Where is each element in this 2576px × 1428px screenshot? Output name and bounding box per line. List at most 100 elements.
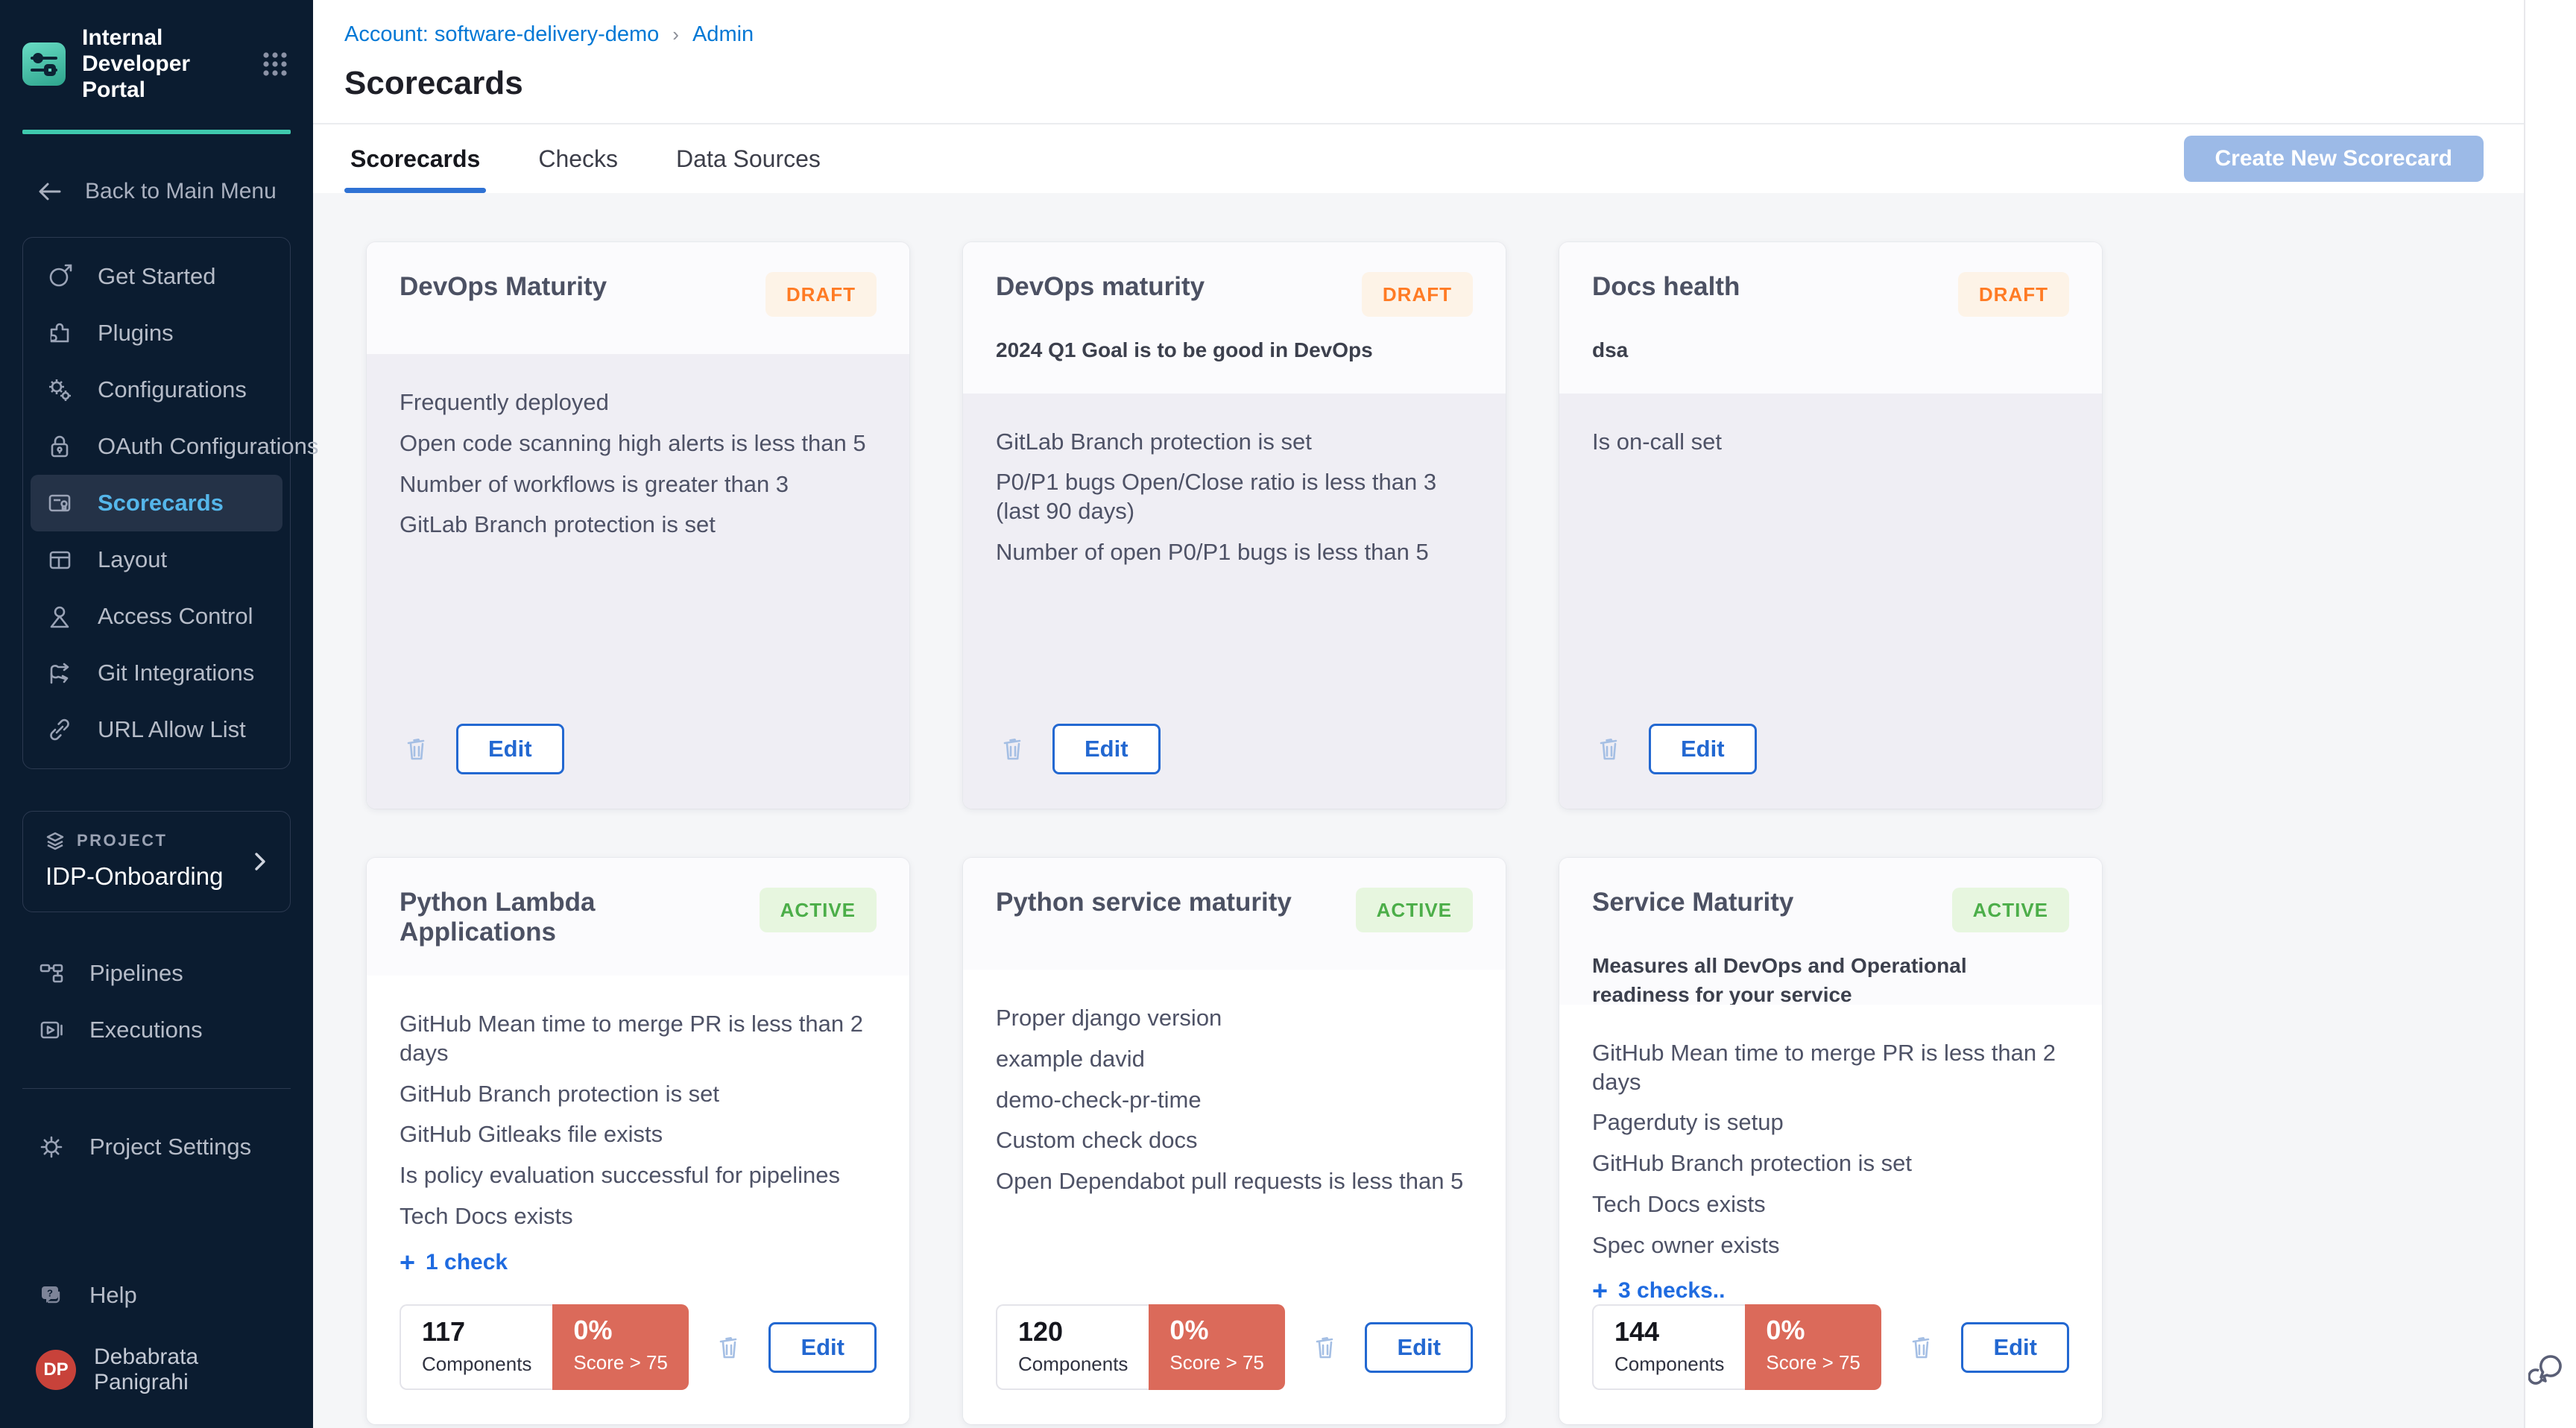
gear-icon: [37, 1133, 66, 1161]
breadcrumb-admin-link[interactable]: Admin: [692, 22, 754, 47]
sidebar-item-scorecards[interactable]: Scorecards: [31, 475, 282, 531]
sidebar-item-oauth-configurations[interactable]: OAuth Configurations: [31, 418, 282, 475]
admin-menu: Get Started Plugins: [22, 237, 291, 769]
checks-list: Proper django versionexample daviddemo-c…: [996, 1004, 1473, 1208]
sidebar-item-project-settings[interactable]: Project Settings: [30, 1119, 283, 1175]
delete-scorecard-button[interactable]: [1592, 732, 1626, 766]
card-body: Is on-call set Edit: [1559, 394, 2102, 809]
check-item: Spec owner exists: [1592, 1231, 2069, 1260]
check-item: Open code scanning high alerts is less t…: [400, 429, 877, 458]
help-menu: ? Help: [30, 1267, 283, 1324]
scorecards-grid: DevOps Maturity DRAFT Frequently deploye…: [313, 193, 2524, 1428]
delete-scorecard-button[interactable]: [1308, 1330, 1342, 1365]
sidebar-item-git-integrations[interactable]: Git Integrations: [31, 645, 282, 701]
sidebar-item-label: Configurations: [98, 376, 247, 403]
user-menu[interactable]: DP Debabrata Panigrahi: [0, 1324, 313, 1428]
sidebar-item-layout[interactable]: Layout: [31, 531, 282, 588]
chevron-right-icon: [248, 850, 271, 873]
scorecard-icon: [45, 489, 74, 517]
sidebar-item-access-control[interactable]: Access Control: [31, 588, 282, 645]
support-chat-icon[interactable]: [2528, 1346, 2573, 1391]
status-badge: DRAFT: [1958, 272, 2069, 317]
arrow-left-icon: [36, 177, 64, 206]
page-header: Account: software-delivery-demo › Admin …: [313, 0, 2524, 123]
expand-checks-link[interactable]: + 3 checks..: [1592, 1277, 2069, 1304]
card-title: Docs health: [1592, 272, 1740, 302]
page-title: Scorecards: [344, 65, 2524, 102]
check-item: Is on-call set: [1592, 428, 2069, 457]
brand-title: Internal Developer Portal: [82, 25, 252, 103]
check-item: Is policy evaluation successful for pipe…: [400, 1161, 877, 1190]
breadcrumb-account-link[interactable]: Account: software-delivery-demo: [344, 22, 659, 47]
delete-scorecard-button[interactable]: [712, 1330, 746, 1365]
sidebar-item-get-started[interactable]: Get Started: [31, 248, 282, 305]
sidebar-item-label: Executions: [89, 1017, 203, 1043]
tab-data-sources[interactable]: Data Sources: [670, 124, 827, 193]
sidebar-item-plugins[interactable]: Plugins: [31, 305, 282, 361]
layout-icon: [45, 546, 74, 574]
sidebar-item-label: Access Control: [98, 603, 253, 630]
more-checks-label: 3 checks..: [1618, 1278, 1725, 1304]
check-item: P0/P1 bugs Open/Close ratio is less than…: [996, 468, 1473, 526]
create-new-scorecard-button[interactable]: Create New Scorecard: [2184, 136, 2484, 182]
sidebar-item-help[interactable]: ? Help: [30, 1267, 283, 1324]
status-badge: DRAFT: [1362, 272, 1473, 317]
sidebar-item-configurations[interactable]: Configurations: [31, 361, 282, 418]
components-label: Components: [1614, 1353, 1724, 1376]
project-label: PROJECT: [77, 831, 167, 850]
sidebar-spacer: [0, 1175, 313, 1267]
card-header: DevOps maturity DRAFT 2024 Q1 Goal is to…: [963, 242, 1506, 394]
checks-list: GitLab Branch protection is setP0/P1 bug…: [996, 428, 1473, 579]
check-item: Tech Docs exists: [1592, 1190, 2069, 1219]
score-label: Score > 75: [1169, 1351, 1263, 1374]
sidebar-divider: [22, 1088, 291, 1089]
score-percentage: 0%: [573, 1315, 667, 1345]
check-item: GitLab Branch protection is set: [400, 511, 877, 540]
edit-scorecard-button[interactable]: Edit: [456, 724, 564, 774]
delete-scorecard-button[interactable]: [400, 732, 434, 766]
sidebar-item-label: Scorecards: [98, 490, 224, 516]
card-header: Service Maturity ACTIVE Measures all Dev…: [1559, 858, 2102, 1005]
app-switcher-grid-icon[interactable]: [258, 47, 292, 81]
edit-scorecard-button[interactable]: Edit: [1052, 724, 1161, 774]
more-checks-label: 1 check: [426, 1250, 508, 1275]
check-item: Proper django version: [996, 1004, 1473, 1033]
components-count: 117: [422, 1317, 531, 1347]
score-label: Score > 75: [1766, 1351, 1860, 1374]
check-item: Tech Docs exists: [400, 1202, 877, 1231]
components-label: Components: [1018, 1353, 1128, 1376]
sidebar-item-pipelines[interactable]: Pipelines: [30, 945, 283, 1002]
check-item: demo-check-pr-time: [996, 1086, 1473, 1115]
scorecard-card-python-service-maturity: Python service maturity ACTIVE Proper dj…: [963, 858, 1506, 1424]
expand-checks-link[interactable]: + 1 check: [400, 1249, 877, 1276]
sidebar-item-url-allow-list[interactable]: URL Allow List: [31, 701, 282, 758]
tab-scorecards[interactable]: Scorecards: [344, 124, 486, 193]
checks-list: GitHub Mean time to merge PR is less tha…: [1592, 1039, 2069, 1272]
edit-scorecard-button[interactable]: Edit: [1649, 724, 1757, 774]
breadcrumb-separator: ›: [672, 23, 679, 46]
tab-checks[interactable]: Checks: [532, 124, 624, 193]
person-icon: [45, 602, 74, 631]
project-selector[interactable]: PROJECT IDP-Onboarding: [22, 811, 291, 912]
delete-scorecard-button[interactable]: [996, 732, 1030, 766]
components-count: 120: [1018, 1317, 1128, 1347]
card-title: DevOps Maturity: [400, 272, 607, 302]
scorecard-card-python-lambda-applications: Python Lambda Applications ACTIVE GitHub…: [367, 858, 909, 1424]
sidebar-item-executions[interactable]: Executions: [30, 1002, 283, 1058]
card-header: Python Lambda Applications ACTIVE: [367, 858, 909, 976]
edit-scorecard-button[interactable]: Edit: [768, 1322, 877, 1373]
plus-icon: +: [1592, 1277, 1608, 1304]
components-label: Components: [422, 1353, 531, 1376]
delete-scorecard-button[interactable]: [1904, 1330, 1939, 1365]
card-body: GitHub Mean time to merge PR is less tha…: [1559, 1005, 2102, 1424]
back-to-main-menu[interactable]: Back to Main Menu: [0, 134, 313, 237]
edit-scorecard-button[interactable]: Edit: [1365, 1322, 1473, 1373]
score-percentage: 0%: [1766, 1315, 1860, 1345]
card-title: Service Maturity: [1592, 888, 1793, 917]
main-area: Account: software-delivery-demo › Admin …: [313, 0, 2524, 1428]
scorecard-card-docs-health-draft: Docs health DRAFT dsa Is on-call set Edi…: [1559, 242, 2102, 809]
lock-icon: [45, 432, 74, 461]
gears-icon: [45, 376, 74, 404]
card-header: Docs health DRAFT dsa: [1559, 242, 2102, 394]
edit-scorecard-button[interactable]: Edit: [1961, 1322, 2069, 1373]
